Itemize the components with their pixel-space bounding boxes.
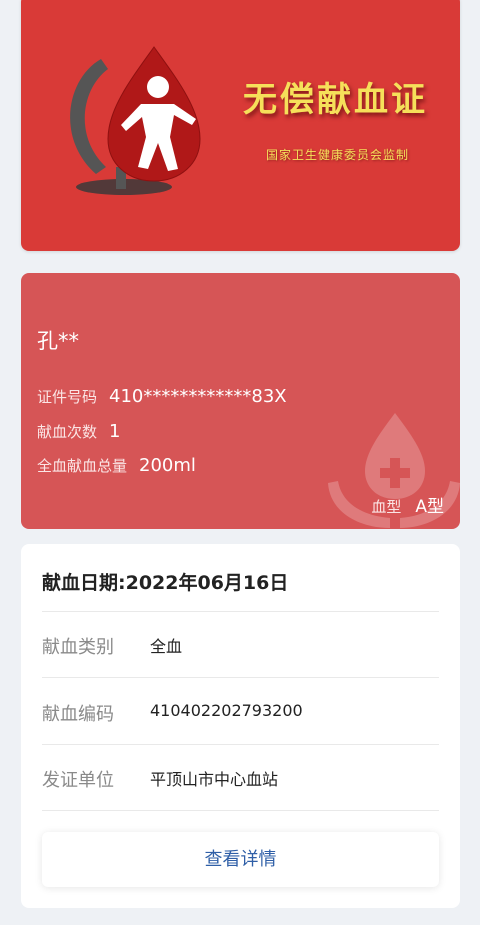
donation-type-label: 献血类别 [42, 637, 114, 658]
donation-count-label: 献血次数 [37, 423, 98, 441]
divider [42, 611, 439, 612]
donor-name: 孔** [37, 329, 79, 353]
total-volume-row: 全血献血总量 200ml [37, 455, 196, 476]
donor-info-card: 孔** 证件号码 410************83X 献血次数 1 全血献血总量 2… [21, 273, 460, 529]
divider [42, 677, 439, 678]
certificate-subtitle: 国家卫生健康委员会监制 [266, 148, 410, 162]
donation-type-value: 全血 [150, 637, 183, 656]
issuing-unit-label: 发证单位 [42, 770, 114, 791]
blood-type-value: A型 [415, 497, 444, 517]
total-volume-label: 全血献血总量 [37, 457, 128, 475]
blood-type-row: 血型 A型 [371, 492, 444, 517]
divider [42, 744, 439, 745]
issuing-unit-value: 平顶山市中心血站 [150, 770, 279, 789]
donation-record-card: 献血日期:2022年06月16日 献血类别 全血 献血编码 4104022027… [21, 544, 460, 908]
id-number-row: 证件号码 410************83X [37, 386, 287, 407]
donation-count-row: 献血次数 1 [37, 421, 120, 442]
blood-donation-certificate-card: 无偿献血证 国家卫生健康委员会监制 [21, 0, 460, 251]
blood-type-label: 血型 [371, 498, 402, 516]
donation-code-label: 献血编码 [42, 704, 114, 725]
certificate-title: 无偿献血证 [243, 80, 428, 120]
divider [42, 810, 439, 811]
donation-code-value: 410402202793200 [150, 701, 303, 720]
donation-count-value: 1 [109, 421, 121, 442]
total-volume-value: 200ml [139, 455, 196, 476]
view-details-button[interactable]: 查看详情 [42, 832, 439, 887]
donation-date-title: 献血日期:2022年06月16日 [42, 572, 289, 594]
blood-donation-logo-icon [70, 46, 201, 195]
id-number-label: 证件号码 [37, 388, 98, 406]
id-number-value: 410************83X [109, 386, 287, 407]
